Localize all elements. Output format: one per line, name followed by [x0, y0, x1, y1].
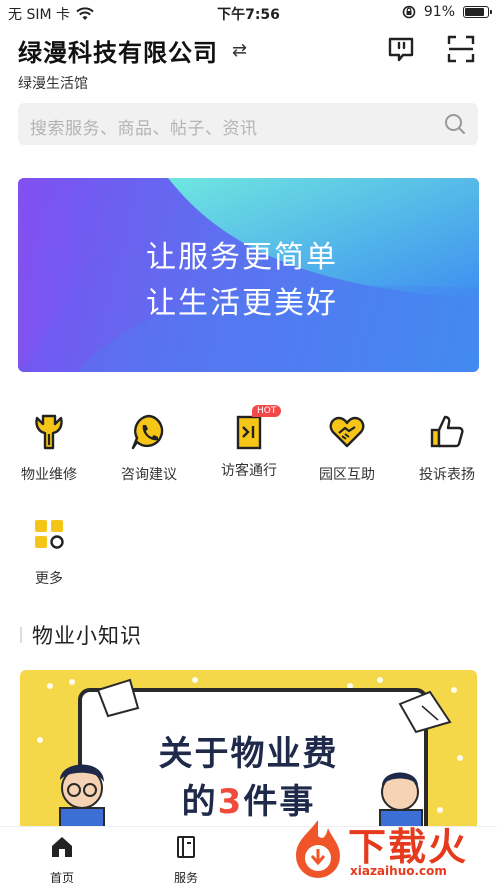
community-name: 绿漫生活馆	[18, 76, 88, 92]
service-label: 园区互助	[319, 467, 375, 483]
service-label: 投诉表扬	[419, 467, 475, 483]
service-label: 更多	[35, 571, 63, 587]
battery-percent: 91%	[423, 4, 455, 20]
search-input[interactable]: 搜索服务、商品、帖子、资讯	[30, 114, 258, 139]
watermark-text: 下载火	[348, 825, 469, 869]
service-feedback[interactable]: 投诉表扬	[402, 412, 492, 484]
service-repair[interactable]: 物业维修	[4, 412, 94, 484]
tab-label: 服务	[173, 871, 198, 883]
section-header: 物业小知识	[20, 620, 142, 650]
banner-slogan: 让服务更简单 让生活更美好	[146, 235, 338, 327]
service-mutual-help[interactable]: 园区互助	[302, 412, 392, 484]
company-name: 绿漫科技有限公司	[18, 39, 218, 67]
phone-chat-icon	[131, 414, 164, 450]
watermark-url: xiazaihuo.com	[350, 864, 447, 878]
poster-highlight-number: 3	[217, 782, 244, 822]
company-switcher[interactable]: 绿漫科技有限公司 ⇄	[18, 33, 248, 68]
status-right: 91%	[402, 4, 492, 20]
service-visitor[interactable]: HOT 访客通行	[204, 405, 294, 480]
banner-line-1: 让服务更简单	[146, 240, 338, 275]
watermark-logo: 下载火 xiazaihuo.com	[288, 814, 497, 883]
section-title: 物业小知识	[32, 624, 142, 648]
home-icon	[52, 837, 72, 857]
search-bar[interactable]: 搜索服务、商品、帖子、资讯	[18, 103, 478, 145]
visitor-icon-wrap: HOT	[229, 405, 282, 452]
banner-line-2: 让生活更美好	[146, 286, 338, 321]
poster-headline-2-pre: 的	[181, 782, 218, 822]
battery-level	[465, 8, 485, 16]
section-marker	[20, 627, 22, 643]
knowledge-article-card[interactable]: 关于物业费 的3件事	[20, 670, 477, 830]
orientation-lock-icon	[402, 5, 416, 19]
flame-icon	[296, 820, 340, 878]
tab-label: 首页	[49, 871, 74, 883]
service-label: 访客通行	[221, 463, 277, 479]
battery-icon	[463, 6, 492, 18]
promo-banner[interactable]: 让服务更简单 让生活更美好	[18, 178, 479, 372]
message-icon[interactable]	[386, 34, 416, 64]
hot-badge: HOT	[252, 405, 282, 417]
poster-headline-1: 关于物业费	[158, 734, 339, 774]
more-grid-icon	[35, 520, 64, 549]
service-label: 物业维修	[21, 467, 77, 483]
door-icon	[236, 415, 262, 450]
thumbs-up-icon	[430, 415, 464, 448]
service-more[interactable]: 更多	[4, 516, 94, 588]
search-icon[interactable]	[444, 113, 466, 135]
tab-home[interactable]: 首页	[22, 835, 102, 883]
swap-icon[interactable]: ⇄	[232, 40, 248, 61]
service-consult[interactable]: 咨询建议	[104, 412, 194, 484]
tab-services[interactable]: 服务	[146, 835, 226, 883]
book-icon	[177, 836, 195, 858]
status-bar: 无 SIM 卡 下午7:56 91%	[0, 0, 497, 26]
heart-handshake-icon	[329, 416, 365, 448]
service-label: 咨询建议	[121, 467, 177, 483]
wrench-icon	[35, 414, 63, 450]
scan-icon[interactable]	[446, 34, 476, 64]
